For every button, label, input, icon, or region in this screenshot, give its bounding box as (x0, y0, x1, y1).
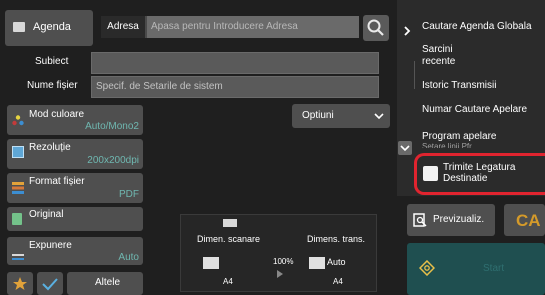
resolution-icon (12, 146, 24, 158)
start-diamond-icon (419, 260, 435, 276)
original-icon (12, 213, 22, 225)
ca-label: CA (516, 211, 541, 230)
ratio-label: 100% (273, 257, 294, 266)
menu-item-history[interactable]: Istoric Transmisii (422, 80, 545, 91)
file-format-button[interactable]: Format fișier PDF (7, 173, 143, 203)
send-size-value: Auto (327, 257, 346, 267)
address-field[interactable]: Adresa Apasa pentru Introducere Adresa (101, 16, 359, 38)
agenda-label: Agenda (33, 21, 71, 33)
file-format-icon (12, 181, 24, 194)
scan-size-panel[interactable]: Dimen. scanare Dimens. trans. 100% Auto … (180, 214, 377, 292)
start-button[interactable]: Start (407, 243, 545, 295)
preview-icon (413, 213, 427, 227)
color-mode-button[interactable]: Mod culoare Auto/Mono2 (7, 105, 143, 135)
ca-button[interactable]: CA (504, 204, 545, 236)
chevron-right-icon[interactable] (403, 26, 411, 36)
other-label: Altele (95, 277, 121, 288)
chevron-down-icon (374, 113, 384, 120)
other-button[interactable]: Altele (67, 272, 143, 295)
filename-row: Nume fișier Specif. de Setarile de siste… (5, 76, 390, 98)
color-mode-icon (12, 114, 24, 126)
resolution-label: Rezoluție (29, 142, 71, 153)
star-icon (13, 277, 27, 290)
search-icon (367, 19, 384, 36)
options-label: Optiuni (302, 110, 334, 121)
filename-label: Nume fișier (27, 80, 78, 91)
menu-divider (414, 61, 415, 89)
resolution-button[interactable]: Rezoluție 200x200dpi (7, 139, 143, 169)
original-button[interactable]: Original (7, 207, 143, 231)
exposure-icon (12, 247, 24, 260)
arrow-right-icon (277, 270, 283, 278)
preview-label: Previzualiz. (433, 214, 485, 225)
send-page-icon (309, 257, 325, 269)
menu-item-search-number[interactable]: Numar Cautare Apelare (422, 104, 537, 116)
scan-page-icon (203, 257, 219, 269)
chevron-down-icon (400, 145, 410, 152)
send-link-label: Trimite Legatura Destinatie (443, 162, 516, 184)
favorite-button[interactable] (7, 272, 33, 295)
file-format-label: Format fișier (29, 176, 85, 187)
exposure-value: Auto (118, 252, 139, 263)
filename-input[interactable]: Specif. de Setarile de sistem (91, 76, 379, 98)
send-link-checkbox-item[interactable]: Trimite Legatura Destinatie (414, 153, 545, 195)
checkbox[interactable] (423, 166, 438, 181)
send-size-label: Dimens. trans. (307, 234, 366, 244)
file-format-value: PDF (119, 189, 139, 200)
preview-button[interactable]: Previzualiz. (407, 204, 495, 236)
subject-row: Subiect (5, 52, 390, 74)
options-dropdown[interactable]: Optiuni (292, 104, 390, 128)
checkmark-icon (42, 278, 58, 291)
menu-item-recent-jobs[interactable]: Sarcini recente (422, 44, 482, 68)
send-paper-label: A4 (333, 277, 343, 286)
color-mode-value: Auto/Mono2 (85, 121, 139, 132)
subject-label: Subiect (35, 56, 69, 67)
scroll-down-button[interactable] (398, 141, 412, 155)
agenda-button[interactable]: Agenda (5, 10, 93, 46)
scan-paper-label: A4 (223, 277, 233, 286)
address-book-icon (13, 22, 25, 32)
search-button[interactable] (363, 15, 389, 41)
resolution-value: 200x200dpi (87, 155, 139, 166)
menu-item-cut[interactable]: Setare linii Pfr... (422, 142, 545, 148)
exposure-label: Expunere (29, 240, 72, 251)
document-icon (223, 219, 237, 227)
menu-item-global-search[interactable]: Cautare Agenda Globala (422, 21, 545, 32)
exposure-button[interactable]: Expunere Auto (7, 237, 143, 265)
check-button[interactable] (37, 272, 63, 295)
address-tab[interactable]: Adresa (101, 16, 145, 38)
subject-input[interactable] (91, 52, 379, 74)
color-mode-label: Mod culoare (29, 109, 85, 120)
scan-size-label: Dimen. scanare (197, 234, 261, 244)
menu-item-program[interactable]: Program apelare (422, 131, 545, 142)
start-label: Start (483, 263, 505, 274)
address-input[interactable]: Apasa pentru Introducere Adresa (147, 16, 359, 38)
original-label: Original (29, 209, 64, 220)
